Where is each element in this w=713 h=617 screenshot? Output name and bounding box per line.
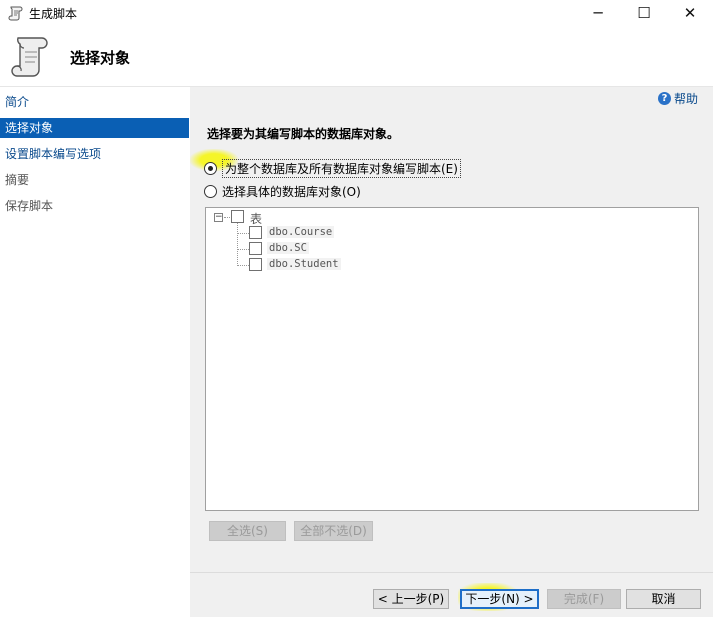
close-button[interactable]: ✕ <box>667 0 713 25</box>
deselect-all-button[interactable]: 全部不选(D) <box>294 521 373 541</box>
previous-button[interactable]: < 上一步(P) <box>373 589 449 609</box>
tree-connector <box>237 223 238 266</box>
title-bar: 生成脚本 ─ ☐ ✕ <box>0 0 713 25</box>
tree-connector <box>237 233 249 234</box>
checkbox-dbo-sc[interactable] <box>249 242 262 255</box>
footer-divider <box>190 572 713 573</box>
select-all-button[interactable]: 全选(S) <box>209 521 286 541</box>
tree-node-tables: 表 <box>250 212 263 226</box>
wizard-sidebar: 简介 选择对象 设置脚本编写选项 摘要 保存脚本 <box>0 87 189 617</box>
collapse-icon[interactable]: − <box>214 213 223 222</box>
checkbox-dbo-student[interactable] <box>249 258 262 271</box>
scroll-app-icon <box>8 6 23 21</box>
sidebar-item-save-scripts: 保存脚本 <box>5 199 54 213</box>
finish-button[interactable]: 完成(F) <box>547 589 621 609</box>
wizard-header: 选择对象 <box>0 25 713 87</box>
object-tree[interactable]: − 表 dbo.Course dbo.SC dbo.Student <box>205 207 699 511</box>
cancel-button[interactable]: 取消 <box>626 589 701 609</box>
radio-entire-database[interactable] <box>204 162 217 175</box>
checkbox-tables[interactable] <box>231 210 244 223</box>
sidebar-item-scripting-options[interactable]: 设置脚本编写选项 <box>0 144 189 164</box>
minimize-button[interactable]: ─ <box>575 0 621 25</box>
option-specific-objects-label: 选择具体的数据库对象(O) <box>222 185 361 199</box>
tree-connector <box>237 249 249 250</box>
option-specific-objects[interactable]: 选择具体的数据库对象(O) <box>204 183 361 200</box>
sidebar-item-choose-objects[interactable]: 选择对象 <box>0 118 189 138</box>
help-label: 帮助 <box>673 92 698 106</box>
tree-node-dbo-course: dbo.Course <box>267 226 335 238</box>
scroll-icon <box>11 37 48 77</box>
window-title: 生成脚本 <box>29 7 78 21</box>
help-icon: ? <box>657 92 671 105</box>
next-button[interactable]: 下一步(N) > <box>460 589 539 609</box>
main-panel: ? 帮助 选择要为其编写脚本的数据库对象。 为整个数据库及所有数据库对象编写脚本… <box>190 87 713 617</box>
checkbox-dbo-course[interactable] <box>249 226 262 239</box>
radio-specific-objects[interactable] <box>204 185 217 198</box>
option-entire-database-label: 为整个数据库及所有数据库对象编写脚本(E) <box>222 159 461 178</box>
instruction-text: 选择要为其编写脚本的数据库对象。 <box>207 127 400 141</box>
sidebar-item-summary: 摘要 <box>5 173 30 187</box>
option-entire-database[interactable]: 为整个数据库及所有数据库对象编写脚本(E) <box>204 159 461 178</box>
page-title: 选择对象 <box>70 49 131 67</box>
tree-node-dbo-sc: dbo.SC <box>267 242 309 254</box>
maximize-button[interactable]: ☐ <box>621 0 667 25</box>
help-link[interactable]: ? 帮助 <box>657 90 698 107</box>
tree-connector <box>237 265 249 266</box>
tree-connector <box>224 217 230 218</box>
tree-node-dbo-student: dbo.Student <box>267 258 341 270</box>
sidebar-item-intro[interactable]: 简介 <box>0 92 189 112</box>
